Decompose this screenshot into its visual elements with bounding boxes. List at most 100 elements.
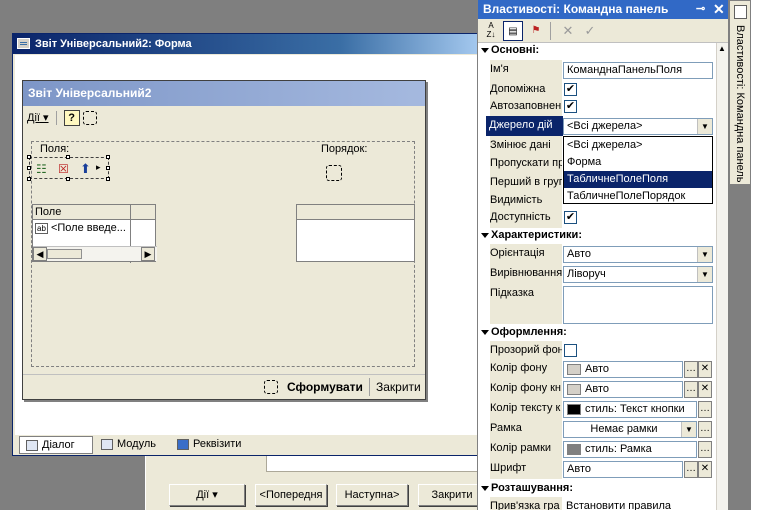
tab-dialog[interactable]: Діалог: [19, 436, 93, 454]
button-bg-color-field[interactable]: Авто: [563, 381, 683, 398]
ellipsis-button[interactable]: …: [684, 381, 698, 398]
dropdown-option-selected[interactable]: ТабличнеПолеПоля: [564, 171, 712, 188]
autofill-checkbox[interactable]: ✔: [564, 100, 577, 113]
transparent-bg-checkbox[interactable]: [564, 344, 577, 357]
background-dialog: Дії ▾ <Попередня Наступна> Закрити: [145, 448, 486, 510]
availability-checkbox[interactable]: ✔: [564, 211, 577, 224]
fields-command-panel[interactable]: ☷ ☒ ⬆ ▸: [27, 155, 110, 181]
order-command-placeholder-icon[interactable]: [326, 165, 342, 181]
delete-row-icon[interactable]: ☒: [58, 162, 69, 176]
close-icon[interactable]: ✕: [713, 0, 725, 19]
bg-next-button[interactable]: Наступна>: [336, 484, 408, 506]
orientation-dropdown[interactable]: Авто ▼: [563, 246, 713, 263]
sort-alpha-icon[interactable]: A Z↓: [481, 21, 501, 41]
font-label: Шрифт: [490, 459, 562, 479]
bg-actions-button[interactable]: Дії ▾: [169, 484, 245, 506]
dropdown-option[interactable]: <Всі джерела>: [564, 137, 712, 154]
selection-handle[interactable]: [27, 177, 31, 181]
scroll-thumb[interactable]: [47, 249, 82, 259]
selection-handle[interactable]: [106, 155, 110, 159]
filter-icon[interactable]: ⚑: [526, 21, 546, 41]
section-placement[interactable]: Розташування:: [478, 481, 716, 497]
action-source-dropdown[interactable]: <Всі джерела> ▼: [563, 118, 713, 135]
form-tabs-bar: Діалог Модуль Реквізити: [15, 436, 477, 454]
section-characteristics[interactable]: Характеристики:: [478, 228, 716, 244]
fields-table-scrollbar[interactable]: ◀ ▶: [33, 246, 157, 261]
ellipsis-button[interactable]: …: [698, 421, 712, 438]
alignment-dropdown[interactable]: Ліворуч ▼: [563, 266, 713, 283]
row-binding: Прив'язка гра Встановити правила: [478, 497, 716, 510]
auxiliary-checkbox[interactable]: ✔: [564, 83, 577, 96]
properties-scrollbar[interactable]: ▲: [716, 43, 728, 510]
clear-icon[interactable]: ✕: [698, 381, 712, 398]
bg-previous-button[interactable]: <Попередня: [255, 484, 327, 506]
selection-handle[interactable]: [106, 177, 110, 181]
changes-data-label: Змінює дані: [490, 136, 562, 156]
tab-attributes[interactable]: Реквізити: [171, 436, 261, 454]
order-label: Порядок:: [321, 143, 368, 155]
properties-side-tab[interactable]: Властивості: Командна панель: [729, 0, 751, 185]
right-edge-area: [751, 0, 769, 510]
text-color-field[interactable]: стиль: Текст кнопки: [563, 401, 697, 418]
add-row-icon[interactable]: ☷: [36, 162, 47, 176]
clear-icon[interactable]: ✕: [698, 361, 712, 378]
selection-handle[interactable]: [66, 177, 70, 181]
move-up-icon[interactable]: ⬆: [80, 161, 91, 177]
more-arrow-icon[interactable]: ▸: [96, 162, 101, 173]
order-table-header[interactable]: [297, 205, 414, 220]
name-field[interactable]: КоманднаПанельПоля: [563, 62, 713, 79]
fields-table[interactable]: Поле ab <Поле введе... ◀ ▶: [32, 204, 157, 263]
chevron-down-icon[interactable]: ▼: [697, 119, 712, 134]
binding-value[interactable]: Встановити правила: [563, 499, 713, 510]
tab-module[interactable]: Модуль: [95, 436, 171, 454]
chevron-down-icon[interactable]: ▼: [697, 247, 712, 262]
selection-handle[interactable]: [106, 166, 110, 170]
help-icon[interactable]: ?: [63, 110, 80, 126]
frame-dropdown[interactable]: Немає рамки ▼: [563, 421, 697, 438]
selection-handle[interactable]: [66, 155, 70, 159]
font-field[interactable]: Авто: [563, 461, 683, 478]
selection-handle[interactable]: [27, 166, 31, 170]
row-frame: Рамка Немає рамки ▼ …: [478, 419, 716, 439]
scroll-left-icon[interactable]: ◀: [33, 247, 47, 261]
pin-icon[interactable]: ⊸: [696, 0, 705, 19]
clear-icon[interactable]: ✕: [698, 461, 712, 478]
hint-field[interactable]: [563, 286, 713, 324]
bg-close-button[interactable]: Закрити: [418, 484, 486, 506]
generate-button[interactable]: Сформувати: [287, 380, 363, 394]
frame-value: Немає рамки: [590, 423, 658, 435]
section-appearance[interactable]: Оформлення:: [478, 325, 716, 341]
order-table[interactable]: [296, 204, 415, 262]
table-row[interactable]: ab <Поле введе...: [33, 220, 155, 236]
dropdown-option[interactable]: Форма: [564, 154, 712, 171]
close-form-button[interactable]: Закрити: [376, 380, 421, 394]
ellipsis-button[interactable]: …: [684, 461, 698, 478]
bg-color-field[interactable]: Авто: [563, 361, 683, 378]
section-appearance-label: Оформлення:: [491, 326, 567, 338]
section-main[interactable]: Основні:: [478, 43, 716, 59]
form-window-title: Звіт Універсальний2: Форма: [35, 38, 192, 50]
row-transparent-bg: Прозорий фон: [478, 341, 716, 361]
scroll-right-icon[interactable]: ▶: [141, 247, 155, 261]
name-label: Ім'я: [490, 60, 562, 80]
ellipsis-button[interactable]: …: [698, 401, 712, 418]
actions-menu[interactable]: Дії ▾: [27, 112, 49, 124]
bg-color-value: Авто: [585, 363, 609, 375]
ellipsis-button[interactable]: …: [698, 441, 712, 458]
designed-form[interactable]: Звіт Універсальний2 Дії ▾ ? Поля: Порядо…: [22, 80, 426, 400]
scroll-up-icon[interactable]: ▲: [718, 44, 726, 53]
categorized-view-icon[interactable]: ▤: [503, 21, 523, 41]
selection-handle[interactable]: [27, 155, 31, 159]
hint-label: Підказка: [490, 284, 562, 324]
frame-color-field[interactable]: стиль: Рамка: [563, 441, 697, 458]
chevron-down-icon[interactable]: ▼: [681, 422, 696, 437]
dropdown-option[interactable]: ТабличнеПолеПорядок: [564, 188, 712, 205]
empty-button-placeholder-icon[interactable]: [82, 111, 97, 125]
chevron-down-icon[interactable]: ▼: [697, 267, 712, 282]
ellipsis-button[interactable]: …: [684, 361, 698, 378]
tab-dialog-label: Діалог: [42, 439, 75, 451]
clear-icon[interactable]: ✕: [558, 21, 578, 41]
apply-icon[interactable]: ✓: [580, 21, 600, 41]
properties-panel: Властивості: Командна панель ⊸ ✕ A Z↓ ▤ ⚑…: [477, 0, 728, 510]
fields-table-header[interactable]: Поле: [33, 205, 155, 220]
